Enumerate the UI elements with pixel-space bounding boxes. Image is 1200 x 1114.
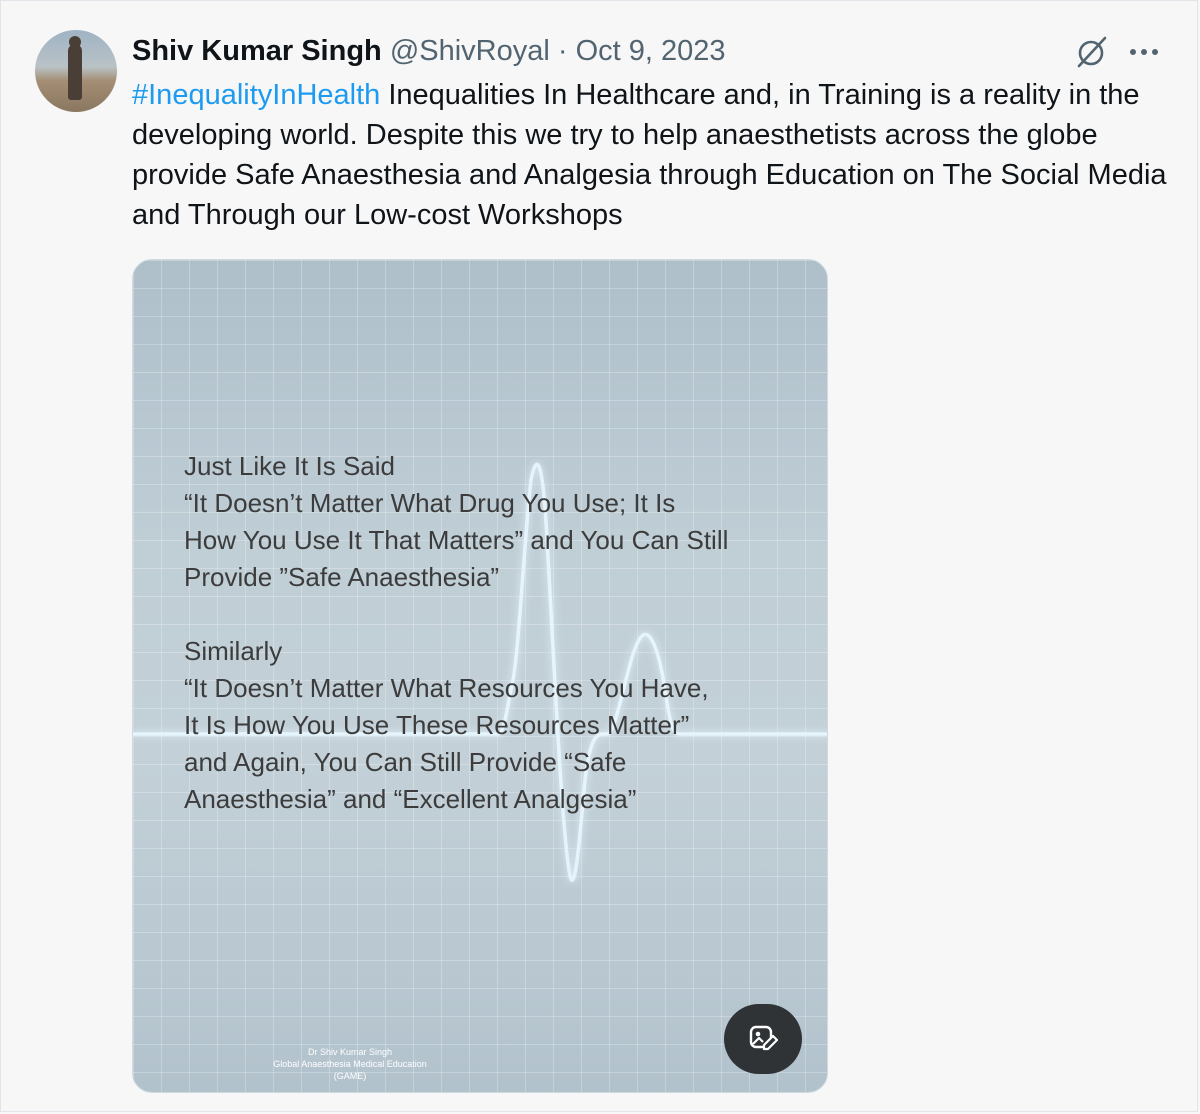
slide-line: Anaesthesia” and “Excellent Analgesia” xyxy=(184,784,637,814)
slide-line: Provide ”Safe Anaesthesia” xyxy=(184,562,500,592)
tweet-text: #InequalityInHealth Inequalities In Heal… xyxy=(132,75,1172,235)
image-edit-button[interactable] xyxy=(724,1004,802,1074)
slide-line: “It Doesn’t Matter What Drug You Use; It… xyxy=(184,488,676,518)
slide-line: and Again, You Can Still Provide “Safe xyxy=(184,747,627,777)
slide-line: “It Doesn’t Matter What Resources You Ha… xyxy=(184,673,709,703)
hashtag-link[interactable]: #InequalityInHealth xyxy=(132,79,380,111)
credit-line: Global Anaesthesia Medical Education xyxy=(273,1059,427,1069)
slide-paragraph-2: Similarly “It Doesn’t Matter What Resour… xyxy=(184,633,814,818)
image-edit-icon xyxy=(749,1025,778,1051)
avatar[interactable] xyxy=(35,30,117,112)
credit-line: Dr Shiv Kumar Singh xyxy=(307,1047,393,1057)
slide-line: It Is How You Use These Resources Matter… xyxy=(184,710,690,740)
avatar-figure-body xyxy=(68,44,82,100)
more-icon[interactable] xyxy=(1128,37,1162,67)
slide-line: How You Use It That Matters” and You Can… xyxy=(184,525,729,555)
slide-line: Similarly xyxy=(184,636,283,666)
slide-paragraph-1: Just Like It Is Said “It Doesn’t Matter … xyxy=(184,448,814,596)
slide-line: Just Like It Is Said xyxy=(184,451,395,481)
separator-dot: · xyxy=(557,35,568,67)
author-name[interactable]: Shiv Kumar Singh xyxy=(132,35,382,67)
tweet-card[interactable]: Shiv Kumar Singh @ShivRoyal · Oct 9, 202… xyxy=(0,0,1198,1112)
tweet-image[interactable]: Just Like It Is Said “It Doesn’t Matter … xyxy=(132,259,828,1093)
grok-icon[interactable] xyxy=(1075,35,1109,69)
tweet-header: Shiv Kumar Singh @ShivRoyal · Oct 9, 202… xyxy=(132,31,726,71)
slide-credit: Dr Shiv Kumar Singh Global Anaesthesia M… xyxy=(201,1046,499,1082)
author-handle[interactable]: @ShivRoyal xyxy=(390,35,550,67)
post-date[interactable]: Oct 9, 2023 xyxy=(576,35,726,67)
credit-line: (GAME) xyxy=(333,1071,367,1081)
